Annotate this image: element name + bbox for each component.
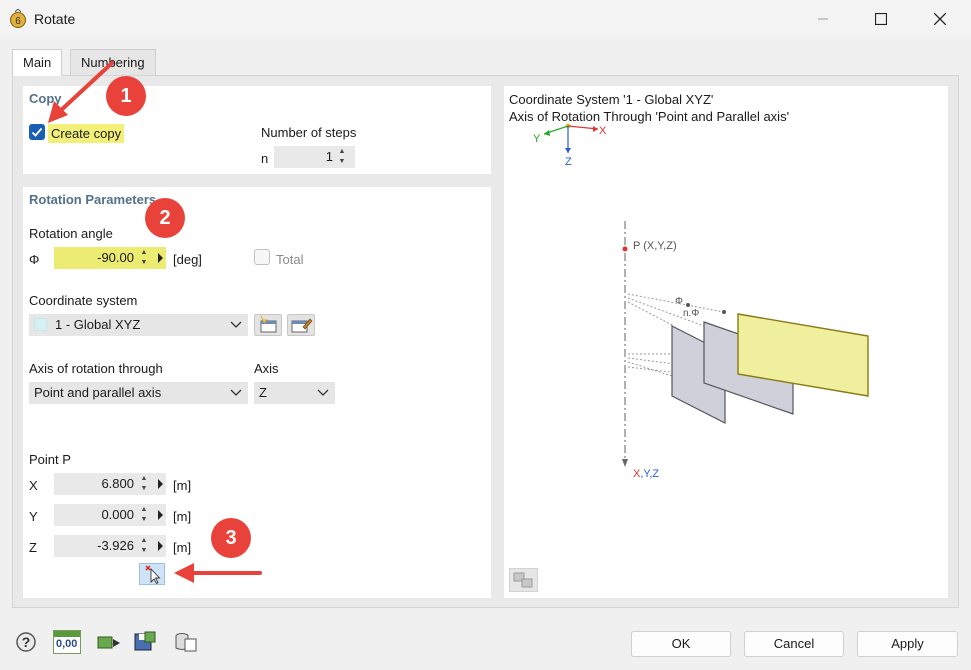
callout-3: 3 [211, 518, 251, 558]
point-y-value: 0.000 [101, 507, 134, 522]
ok-button[interactable]: OK [631, 631, 731, 657]
rotation-group-title: Rotation Parameters [29, 192, 157, 207]
help-button[interactable]: ? [12, 630, 40, 654]
coord-select[interactable]: 1 - Global XYZ [29, 314, 248, 336]
point-z-value: -3.926 [97, 538, 134, 553]
phi-text: Φ [675, 296, 683, 307]
play-icon[interactable] [158, 541, 163, 551]
play-icon[interactable] [158, 253, 163, 263]
angle-input[interactable]: -90.00 ▲ ▼ [54, 247, 166, 269]
point-label: Point P [29, 452, 71, 467]
steps-input[interactable]: 1 ▲ ▼ [274, 146, 355, 168]
minimize-icon [818, 18, 828, 20]
steps-symbol: n [261, 151, 269, 166]
pick-point-button[interactable] [139, 563, 165, 585]
steps-label: Number of steps [261, 125, 357, 140]
point-x-value: 6.800 [101, 476, 134, 491]
axis-label: Axis [254, 361, 279, 376]
maximize-button[interactable] [858, 0, 904, 38]
svg-text:?: ? [22, 634, 31, 650]
point-p-text: P (X,Y,Z) [633, 240, 677, 252]
chevron-down-icon [317, 389, 329, 396]
callout-1: 1 [106, 76, 146, 116]
spin-arrows-icon[interactable]: ▲ ▼ [139, 505, 149, 525]
axis-through-value: Point and parallel axis [34, 385, 162, 400]
nphi-text: n.Φ [683, 308, 699, 319]
minimize-button[interactable] [800, 0, 846, 38]
coord-value: 1 - Global XYZ [55, 317, 141, 332]
axis-z-text: Z [565, 156, 572, 168]
view-rotate-icon [513, 572, 533, 588]
load-settings-icon [97, 636, 120, 649]
point-x-label: X [29, 478, 38, 493]
point-y-input[interactable]: 0.000 ▲ ▼ [54, 504, 166, 526]
point-z-input[interactable]: -3.926 ▲ ▼ [54, 535, 166, 557]
point-y-unit: [m] [173, 509, 192, 524]
app-icon: 6 [10, 9, 26, 28]
coord-label: Coordinate system [29, 293, 138, 308]
bottom-axis-label: X,Y,Z [633, 468, 659, 480]
steps-value: 1 [325, 149, 333, 164]
save-icon [134, 631, 156, 651]
color-swatch [34, 318, 47, 331]
angle-value: -90.00 [97, 250, 134, 265]
tab-main[interactable]: Main [12, 49, 63, 76]
angle-unit: [deg] [173, 252, 202, 267]
axis-arrowhead [622, 459, 628, 467]
maximize-icon [875, 13, 887, 25]
point-x-unit: [m] [173, 478, 192, 493]
angle-label: Rotation angle [29, 226, 113, 241]
cancel-button[interactable]: Cancel [744, 631, 844, 657]
total-checkbox[interactable] [254, 249, 270, 265]
svg-text:6: 6 [15, 16, 21, 27]
axis-through-label: Axis of rotation through [29, 361, 163, 376]
play-icon[interactable] [158, 479, 163, 489]
units-button[interactable]: 0,00 [53, 630, 81, 654]
help-icon: ? [16, 632, 36, 652]
point-z-unit: [m] [173, 540, 192, 555]
close-button[interactable] [917, 0, 963, 38]
point-z-label: Z [29, 540, 37, 555]
apply-button[interactable]: Apply [857, 631, 958, 657]
edit-coord-icon [291, 318, 313, 333]
spin-arrows-icon[interactable]: ▲ ▼ [139, 474, 149, 494]
axis-x-text: X [599, 125, 607, 137]
chevron-down-icon [230, 321, 242, 328]
spin-arrows-icon[interactable]: ▲ ▼ [139, 536, 149, 556]
bottom-yz-text: ,Y,Z [640, 468, 659, 480]
preview-view-button[interactable] [509, 568, 538, 592]
load-settings-button[interactable] [95, 630, 123, 654]
edit-coordinate-system-button[interactable] [287, 314, 315, 336]
close-icon [934, 13, 946, 25]
pick-cursor-icon [145, 565, 161, 585]
spin-arrows-icon[interactable]: ▲ ▼ [337, 147, 347, 167]
coordinate-triad-icon [543, 123, 599, 153]
units-bar [54, 631, 80, 637]
new-coord-icon [260, 315, 277, 333]
total-label: Total [276, 252, 304, 267]
new-coordinate-system-button[interactable] [254, 314, 282, 336]
library-button[interactable] [172, 630, 200, 654]
angle-symbol: Φ [29, 252, 40, 267]
point-p-marker [622, 246, 628, 252]
axis-value: Z [259, 385, 267, 400]
axis-through-select[interactable]: Point and parallel axis [29, 382, 248, 404]
point-y-label: Y [29, 509, 38, 524]
axis-y-text: Y [533, 133, 541, 145]
database-icon [175, 633, 197, 652]
rotation-diagram: X Y Z P (X,Y,Z) Φ n.Φ X,Y,Z [533, 123, 869, 480]
axis-select[interactable]: Z [254, 382, 335, 404]
units-text: 0,00 [56, 638, 78, 650]
save-settings-button[interactable] [131, 630, 159, 654]
play-icon[interactable] [158, 510, 163, 520]
spin-arrows-icon[interactable]: ▲ ▼ [139, 248, 149, 268]
chevron-down-icon [230, 389, 242, 396]
point-x-input[interactable]: 6.800 ▲ ▼ [54, 473, 166, 495]
callout-2: 2 [145, 198, 185, 238]
arrow-3-icon [174, 563, 262, 583]
window-title: Rotate [34, 11, 76, 27]
